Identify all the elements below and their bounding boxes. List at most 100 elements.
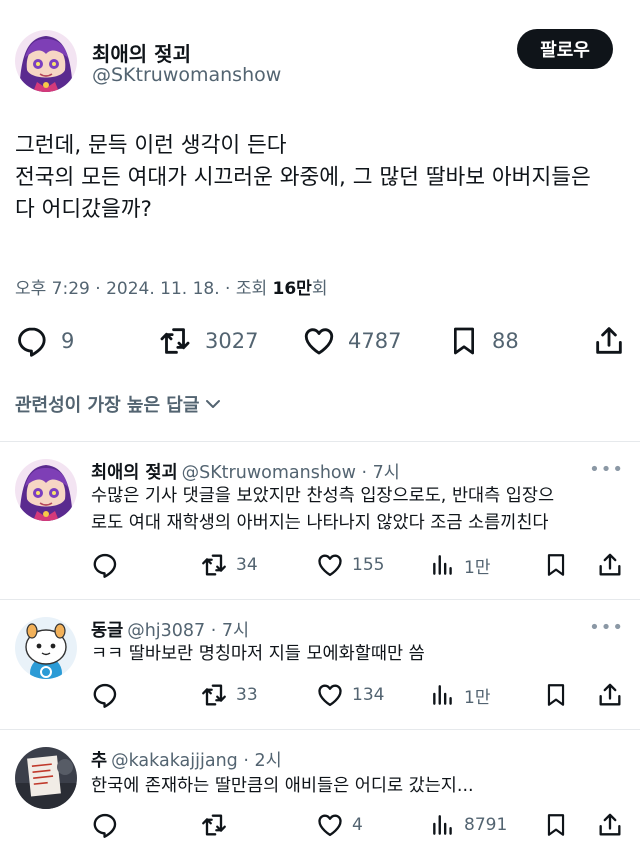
repost-count: 33 [236,685,258,705]
views-button[interactable]: 1만 [430,551,490,579]
reply-text: ㅋㅋ 딸바보란 명칭마저 지들 모에화할때만 씀 [91,641,425,668]
reply-item[interactable]: 최애의 젖괴 @SKtruwomanshow · 7시 ••• 수많은 기사 댓글… [0,441,640,599]
views-count: 1만 [464,557,491,578]
chevron-down-icon [206,400,221,408]
reply-icon [91,811,119,839]
bookmark-icon [448,324,480,358]
share-button[interactable] [592,324,626,358]
reply-sort-dropdown[interactable]: 관련성이 가장 높은 답글 [15,391,223,417]
post-text-line: 다 어디갔을까? [15,197,152,222]
repost-icon [200,681,228,709]
bookmark-icon [543,811,569,839]
heart-icon [302,324,336,358]
reply-handle-time[interactable]: @hj3087 · 7시 [127,621,249,641]
reply-text-line: 수많은 기사 댓글을 보았지만 찬성측 입장으로도, 반대측 입장으 [91,486,555,506]
author-name[interactable]: 최애의 젖괴 [92,38,191,67]
reply-text: 수많은 기사 댓글을 보았지만 찬성측 입장으로도, 반대측 입장으 로도 여대… [91,483,554,537]
reply-header: 동글 @hj3087 · 7시 [91,617,249,642]
more-options-icon[interactable]: ••• [589,459,624,480]
reply-action-bar: 33 134 1만 [0,681,640,711]
reply-author-name[interactable]: 추 [91,751,107,771]
more-options-icon[interactable]: ••• [589,617,624,638]
author-avatar[interactable] [15,30,77,92]
reply-header: 추 @kakakajjjang · 2시 [91,747,282,772]
reply-action-bar: 4 8791 [0,811,640,841]
share-icon [596,811,624,839]
reply-header: 최애의 젖괴 @SKtruwomanshow · 7시 [91,459,400,484]
reply-button[interactable] [91,551,119,579]
repost-button[interactable]: 33 [200,681,258,709]
reply-item[interactable]: 추 @kakakajjjang · 2시 한국에 존재하는 딸만큼의 애비들은 어… [0,729,640,852]
post-text: 그런데, 문득 이런 생각이 든다 전국의 모든 여대가 시끄러운 와중에, 그… [15,130,630,226]
post-timestamp[interactable]: 오후 7:29 · 2024. 11. 18. · 조회 [15,279,273,299]
bookmark-button[interactable] [543,681,569,709]
heart-icon [316,811,344,839]
views-count: 1만 [464,687,491,708]
reply-author-name[interactable]: 최애의 젖괴 [91,463,178,483]
reply-icon [91,551,119,579]
reply-text-line: 한국에 존재하는 딸만큼의 애비들은 어디로 갔는지... [91,776,474,796]
share-icon [596,551,624,579]
reply-count: 9 [61,329,75,353]
repost-count: 34 [236,555,258,575]
like-button[interactable]: 155 [316,551,384,579]
heart-icon [316,681,344,709]
views-icon [430,811,456,839]
reply-text-line: 로도 여대 재학생의 아버지는 나타나지 않았다 조금 소름끼친다 [91,513,549,533]
bookmark-button[interactable] [543,551,569,579]
repost-button[interactable]: 34 [200,551,258,579]
share-icon [592,324,626,358]
share-icon [596,681,624,709]
view-count-unit: 회 [311,279,328,299]
like-button[interactable]: 4787 [302,324,401,358]
reply-action-bar: 34 155 1만 [0,551,640,581]
bookmark-button[interactable]: 88 [448,324,519,358]
reply-icon [15,324,49,358]
reply-sort-label: 관련성이 가장 높은 답글 [15,395,200,416]
reply-button[interactable]: 9 [15,324,74,358]
like-count: 4 [352,815,363,835]
views-button[interactable]: 1만 [430,681,490,709]
bookmark-button[interactable] [543,811,569,839]
repost-button[interactable]: 3027 [157,324,258,358]
views-icon [430,551,456,579]
reply-text-line: ㅋㅋ 딸바보란 명칭마저 지들 모에화할때만 씀 [91,644,425,664]
reply-item[interactable]: 동글 @hj3087 · 7시 ••• ㅋㅋ 딸바보란 명칭마저 지들 모에화할때… [0,599,640,729]
follow-button[interactable]: 팔로우 [517,29,613,69]
reply-icon [91,681,119,709]
post-text-line: 그런데, 문득 이런 생각이 든다 [15,133,287,158]
like-count: 4787 [348,329,402,353]
bookmark-count: 88 [492,329,519,353]
reply-button[interactable] [91,681,119,709]
post-text-line: 전국의 모든 여대가 시끄러운 와중에, 그 많던 딸바보 아버지들은 [15,165,591,190]
heart-icon [316,551,344,579]
repost-icon [200,551,228,579]
like-button[interactable]: 134 [316,681,384,709]
like-count: 134 [352,685,385,705]
author-handle[interactable]: @SKtruwomanshow [92,64,281,86]
reply-text: 한국에 존재하는 딸만큼의 애비들은 어디로 갔는지... [91,773,474,800]
share-button[interactable] [596,551,624,579]
reply-avatar[interactable] [15,459,77,521]
share-button[interactable] [596,811,624,839]
reply-author-name[interactable]: 동글 [91,621,123,641]
repost-icon [157,324,193,358]
reply-handle-time[interactable]: @SKtruwomanshow · 7시 [182,463,400,483]
views-icon [430,681,456,709]
reply-button[interactable] [91,811,119,839]
repost-count: 3027 [205,329,259,353]
reply-handle-time[interactable]: @kakakajjjang · 2시 [111,751,282,771]
views-button[interactable]: 8791 [430,811,507,839]
repost-button[interactable] [200,811,236,839]
view-count: 16만 [272,279,312,299]
reply-avatar[interactable] [15,617,77,679]
like-count: 155 [352,555,385,575]
reply-avatar[interactable] [15,747,77,809]
views-count: 8791 [464,815,508,835]
share-button[interactable] [596,681,624,709]
repost-icon [200,811,228,839]
bookmark-icon [543,681,569,709]
like-button[interactable]: 4 [316,811,363,839]
post-meta: 오후 7:29 · 2024. 11. 18. · 조회 16만회 [15,274,327,299]
post-action-bar: 9 3027 4787 88 [0,322,640,362]
